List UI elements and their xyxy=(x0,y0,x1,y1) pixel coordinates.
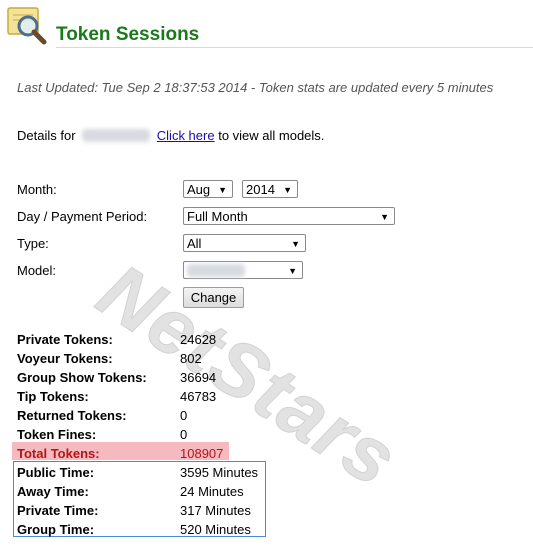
group-time-label: Group Time: xyxy=(17,522,95,537)
token-fines-label: Token Fines: xyxy=(17,427,97,442)
private-time-value: 317 Minutes xyxy=(180,503,251,518)
type-select[interactable]: All ▼ xyxy=(183,234,306,252)
voyeur-tokens-value: 802 xyxy=(180,351,202,366)
model-label: Model: xyxy=(17,263,57,278)
chevron-down-icon: ▼ xyxy=(291,239,300,249)
group-show-tokens-value: 36694 xyxy=(180,370,217,385)
title-divider xyxy=(56,47,533,48)
type-select-value: All xyxy=(187,236,202,251)
view-all-models-link[interactable]: Click here xyxy=(157,128,215,143)
voyeur-tokens-label: Voyeur Tokens: xyxy=(17,351,113,366)
away-time-label: Away Time: xyxy=(17,484,89,499)
away-time-value: 24 Minutes xyxy=(180,484,244,499)
returned-tokens-value: 0 xyxy=(180,408,188,423)
chevron-down-icon: ▼ xyxy=(380,212,389,222)
period-select-value: Full Month xyxy=(187,209,248,224)
month-select-value: Aug xyxy=(187,182,211,197)
year-select[interactable]: 2014 ▼ xyxy=(242,180,298,198)
year-select-value: 2014 xyxy=(246,182,275,197)
chevron-down-icon: ▼ xyxy=(283,185,292,195)
period-select[interactable]: Full Month ▼ xyxy=(183,207,395,225)
private-tokens-label: Private Tokens: xyxy=(17,332,113,347)
details-suffix: to view all models. xyxy=(218,128,325,143)
type-label: Type: xyxy=(17,236,49,251)
returned-tokens-label: Returned Tokens: xyxy=(17,408,127,423)
tip-tokens-value: 46783 xyxy=(180,389,217,404)
token-fines-value: 0 xyxy=(180,427,188,442)
chevron-down-icon: ▼ xyxy=(218,185,227,195)
private-tokens-value: 24628 xyxy=(180,332,217,347)
month-label: Month: xyxy=(17,182,57,197)
details-prefix: Details for xyxy=(17,128,76,143)
month-select[interactable]: Aug ▼ xyxy=(183,180,233,198)
private-time-label: Private Time: xyxy=(17,503,99,518)
blurred-model-value xyxy=(187,264,245,277)
blurred-model-name xyxy=(82,129,151,142)
tip-tokens-label: Tip Tokens: xyxy=(17,389,89,404)
total-tokens-label: Total Tokens: xyxy=(17,446,100,461)
last-updated-text: Last Updated: Tue Sep 2 18:37:53 2014 - … xyxy=(17,80,494,95)
magnifier-folder-icon xyxy=(6,4,50,46)
model-select[interactable]: ▼ xyxy=(183,261,303,279)
public-time-label: Public Time: xyxy=(17,465,95,480)
group-time-value: 520 Minutes xyxy=(180,522,251,537)
change-button[interactable]: Change xyxy=(183,287,244,308)
public-time-value: 3595 Minutes xyxy=(180,465,259,480)
chevron-down-icon: ▼ xyxy=(288,266,297,276)
details-line: Details for Click here to view all model… xyxy=(17,128,324,143)
page-title: Token Sessions xyxy=(56,24,200,45)
group-show-tokens-label: Group Show Tokens: xyxy=(17,370,147,385)
period-label: Day / Payment Period: xyxy=(17,209,148,224)
total-tokens-value: 108907 xyxy=(180,446,224,461)
